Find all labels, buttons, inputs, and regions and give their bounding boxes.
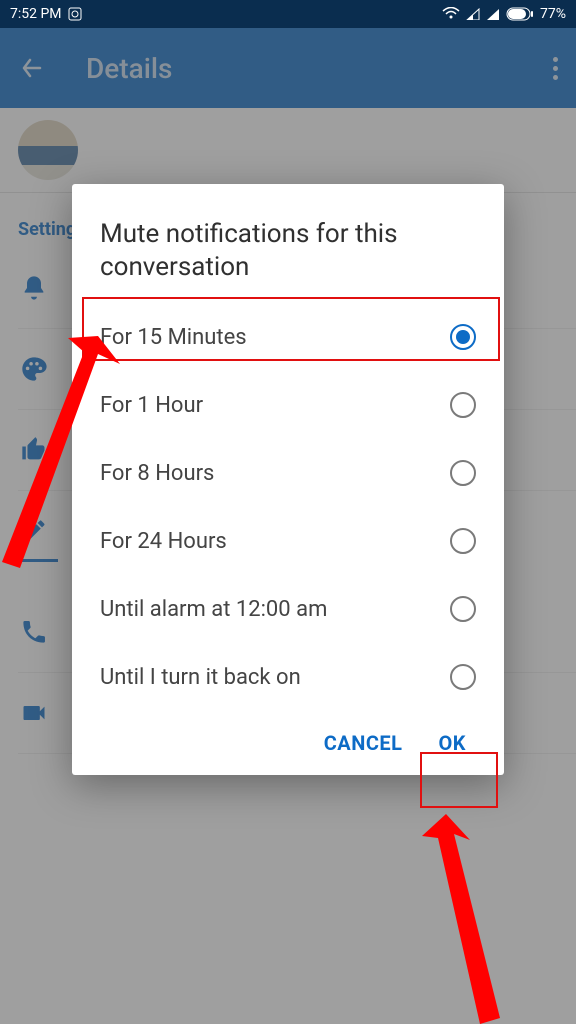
option-label: Until I turn it back on: [100, 665, 301, 690]
radio-icon: [450, 664, 476, 690]
mute-option-indefinite[interactable]: Until I turn it back on: [100, 643, 476, 711]
mute-notifications-dialog: Mute notifications for this conversation…: [72, 184, 504, 775]
cancel-button[interactable]: CANCEL: [324, 731, 403, 755]
option-label: For 24 Hours: [100, 529, 227, 554]
option-label: For 8 Hours: [100, 461, 214, 486]
signal-icon-1: [466, 8, 480, 20]
option-label: Until alarm at 12:00 am: [100, 597, 327, 622]
status-bar: 7:52 PM 77%: [0, 0, 576, 28]
mute-option-alarm[interactable]: Until alarm at 12:00 am: [100, 575, 476, 643]
option-label: For 1 Hour: [100, 393, 203, 418]
radio-icon: [450, 596, 476, 622]
dialog-actions: CANCEL OK: [100, 711, 476, 755]
mute-option-8hr[interactable]: For 8 Hours: [100, 439, 476, 507]
radio-icon: [450, 392, 476, 418]
ok-button[interactable]: OK: [438, 731, 466, 755]
dialog-title: Mute notifications for this conversation: [100, 218, 476, 283]
radio-selected-icon: [450, 324, 476, 350]
radio-icon: [450, 528, 476, 554]
mute-option-24hr[interactable]: For 24 Hours: [100, 507, 476, 575]
signal-icon-2: [486, 8, 500, 20]
mute-option-1hr[interactable]: For 1 Hour: [100, 371, 476, 439]
status-time: 7:52 PM: [10, 6, 62, 22]
option-label: For 15 Minutes: [100, 325, 247, 350]
status-app-icon: [68, 7, 82, 21]
mute-option-15min[interactable]: For 15 Minutes: [100, 303, 476, 371]
wifi-icon: [442, 7, 460, 21]
battery-percent: 77%: [540, 6, 566, 22]
battery-icon: [506, 7, 534, 21]
radio-icon: [450, 460, 476, 486]
